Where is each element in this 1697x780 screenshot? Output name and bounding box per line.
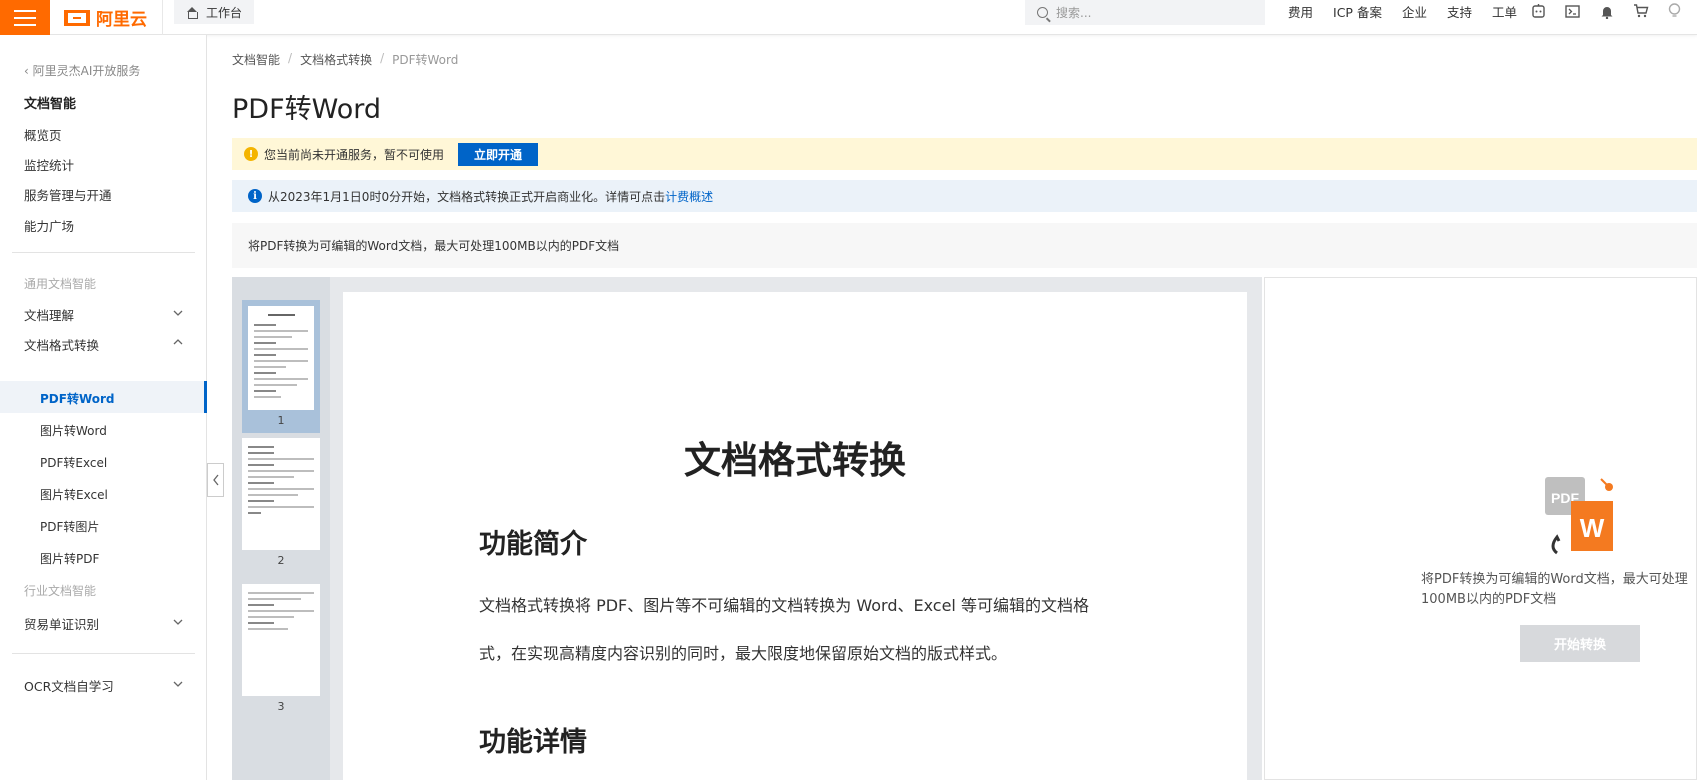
activate-service-button[interactable]: 立即开通 [458,142,539,166]
document-heading-details: 功能详情 [479,727,587,758]
thumbnail-image [242,438,320,550]
warning-icon: ! [244,147,258,161]
thumbnail-strip: 1 2 3 [232,277,330,780]
page-thumbnail[interactable]: 2 [242,438,320,573]
sidebar-back-link[interactable]: ‹ 阿里灵杰AI开放服务 [24,62,140,79]
description-box: 将PDF转换为可编辑的Word文档，最大可处理100MB以内的PDF文档 [232,223,1697,268]
thumbnail-page-number: 1 [277,414,285,427]
document-viewer: 1 2 3 文档格式转换 功能简介 文档格式转换将 PDF、图片等不可编辑的文档… [232,277,1262,780]
hamburger-menu-button[interactable] [0,0,50,35]
workbench-button[interactable]: 工作台 [174,0,255,24]
terminal-icon[interactable] [1564,3,1581,20]
nav-support[interactable]: 支持 [1447,2,1472,21]
lightbulb-icon[interactable] [1666,3,1683,20]
chevron-down-icon[interactable] [172,307,184,319]
search-placeholder: 搜索... [1056,6,1092,20]
main-content: 文档智能 / 文档格式转换 / PDF转Word PDF转Word ! 您当前尚… [208,35,1697,780]
sidebar-item-doc-understanding[interactable]: 文档理解 [24,305,74,324]
logo-text: 阿里云 [96,10,147,30]
thumbnail-page-number: 3 [277,700,285,713]
aliyun-logo[interactable]: 阿里云 [64,2,147,33]
header-divider [162,0,163,35]
page-title: PDF转Word [232,94,382,125]
nav-enterprise[interactable]: 企业 [1402,2,1427,21]
sidebar-item-doc-conversion[interactable]: 文档格式转换 [24,335,99,354]
sidebar-item-pdf-to-excel[interactable]: PDF转Excel [40,454,107,471]
sidebar-item-pdf-to-image[interactable]: PDF转图片 [40,518,99,535]
top-navigation-bar: 阿里云 工作台 搜索... 费用 ICP 备案 企业 支持 工单 [0,0,1697,35]
sidebar-item-pdf-to-word[interactable]: PDF转Word [40,390,115,407]
cart-icon[interactable] [1632,3,1649,20]
breadcrumb: 文档智能 / 文档格式转换 / PDF转Word [232,51,458,68]
breadcrumb-item[interactable]: 文档格式转换 [300,51,372,68]
document-page: 文档格式转换 功能简介 文档格式转换将 PDF、图片等不可编辑的文档转换为 Wo… [343,292,1247,780]
sidebar-item-image-to-excel[interactable]: 图片转Excel [40,486,108,503]
document-paragraph: 文档格式转换将 PDF、图片等不可编辑的文档转换为 Word、Excel 等可编… [479,596,1089,663]
sidebar-item-service-management[interactable]: 服务管理与开通 [24,185,112,204]
chevron-left-icon: ‹ [24,64,29,78]
document-title: 文档格式转换 [684,439,906,482]
info-text: 从2023年1月1日0时0分开始，文档格式转换正式开启商业化。详情可点击计费概述 [268,188,713,205]
sidebar-item-overview[interactable]: 概览页 [24,125,62,144]
top-nav-links: 费用 ICP 备案 企业 支持 工单 [1288,0,1517,22]
thumbnail-image [242,584,320,696]
warning-text: 您当前尚未开通服务，暂不可使用 [264,147,445,162]
sidebar-item-image-to-word[interactable]: 图片转Word [40,422,107,439]
sidebar-item-monitoring[interactable]: 监控统计 [24,155,74,174]
start-conversion-button[interactable]: 开始转换 [1520,625,1640,662]
page-thumbnail[interactable]: 1 [242,300,320,433]
page-thumbnail[interactable]: 3 [242,584,320,719]
nav-icp[interactable]: ICP 备案 [1333,2,1382,21]
document-heading-intro: 功能简介 [479,529,587,560]
breadcrumb-item[interactable]: 文档智能 [232,51,280,68]
thumbnail-image [248,306,314,410]
breadcrumb-separator: / [288,51,293,65]
sidebar-divider [12,252,195,253]
panel-description: 将PDF转换为可编辑的Word文档，最大可处理100MB以内的PDF文档 [1421,572,1688,607]
conversion-panel: PDF W 将PDF转换为可编辑的Word文档，最大可处理100MB以内的PDF… [1264,277,1697,780]
sidebar-item-capability-plaza[interactable]: 能力广场 [24,216,74,235]
description-text: 将PDF转换为可编辑的Word文档，最大可处理100MB以内的PDF文档 [248,239,620,253]
sidebar-group-general: 通用文档智能 [24,277,97,291]
pdf-to-word-icon: PDF W [1545,477,1613,555]
nav-fees[interactable]: 费用 [1288,2,1313,21]
word-label: W [1580,513,1605,543]
info-icon: i [248,189,262,203]
sidebar-item-ocr-learning[interactable]: OCR文档自学习 [24,676,114,695]
sidebar-back-label: 阿里灵杰AI开放服务 [32,64,141,78]
billing-overview-link[interactable]: 计费概述 [665,190,713,204]
sidebar-item-trade-docs[interactable]: 贸易单证识别 [24,614,99,633]
search-input[interactable]: 搜索... [1025,0,1265,25]
sidebar-item-image-to-pdf[interactable]: 图片转PDF [40,550,99,567]
thumbnail-page-number: 2 [277,554,285,567]
breadcrumb-current: PDF转Word [392,53,459,67]
nav-ticket[interactable]: 工单 [1492,2,1517,21]
chevron-up-icon[interactable] [172,336,184,348]
warning-banner: ! 您当前尚未开通服务，暂不可使用 立即开通 [232,138,1697,170]
info-banner: i 从2023年1月1日0时0分开始，文档格式转换正式开启商业化。详情可点击计费… [232,180,1697,212]
info-message: 从2023年1月1日0时0分开始，文档格式转换正式开启商业化。详情可点击 [268,189,666,204]
ai-assistant-icon[interactable] [1530,3,1547,20]
aliyun-logo-icon [64,9,90,26]
chevron-down-icon[interactable] [172,616,184,628]
chevron-down-icon[interactable] [172,678,184,690]
home-icon [186,6,198,19]
sidebar-divider [12,653,195,654]
workbench-label: 工作台 [206,5,243,20]
sidebar: ‹ 阿里灵杰AI开放服务 文档智能 概览页 监控统计 服务管理与开通 能力广场 … [0,35,207,780]
sidebar-title: 文档智能 [24,97,77,112]
toolbar-icons [1530,0,1683,22]
breadcrumb-separator: / [380,51,385,65]
search-icon [1037,7,1048,18]
sidebar-group-industry: 行业文档智能 [24,584,97,598]
bell-icon[interactable] [1598,3,1615,20]
